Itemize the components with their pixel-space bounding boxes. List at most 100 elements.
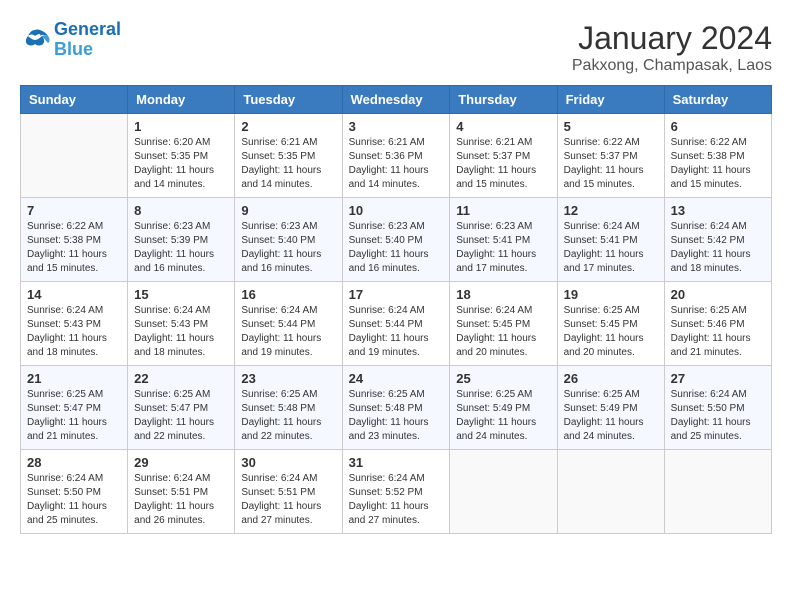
- day-number: 26: [564, 371, 658, 386]
- logo-text: General Blue: [54, 20, 121, 60]
- day-info: Sunrise: 6:22 AM Sunset: 5:38 PM Dayligh…: [671, 136, 765, 192]
- calendar-cell: 31 Sunrise: 6:24 AM Sunset: 5:52 PM Dayli…: [342, 450, 450, 534]
- day-info: Sunrise: 6:22 AM Sunset: 5:37 PM Dayligh…: [564, 136, 658, 192]
- day-info: Sunrise: 6:24 AM Sunset: 5:51 PM Dayligh…: [241, 472, 335, 528]
- calendar-cell: 18 Sunrise: 6:24 AM Sunset: 5:45 PM Dayli…: [450, 282, 557, 366]
- day-info: Sunrise: 6:24 AM Sunset: 5:44 PM Dayligh…: [349, 304, 444, 360]
- calendar-cell: 16 Sunrise: 6:24 AM Sunset: 5:44 PM Dayli…: [235, 282, 342, 366]
- calendar-cell: 17 Sunrise: 6:24 AM Sunset: 5:44 PM Dayli…: [342, 282, 450, 366]
- weekday-header-row: SundayMondayTuesdayWednesdayThursdayFrid…: [21, 86, 772, 114]
- calendar-cell: 30 Sunrise: 6:24 AM Sunset: 5:51 PM Dayli…: [235, 450, 342, 534]
- day-number: 10: [349, 203, 444, 218]
- day-info: Sunrise: 6:23 AM Sunset: 5:39 PM Dayligh…: [134, 220, 228, 276]
- logo-icon: [20, 26, 50, 54]
- weekday-header-saturday: Saturday: [664, 86, 771, 114]
- calendar-cell: 1Sunrise: 6:20 AM Sunset: 5:35 PM Daylig…: [128, 114, 235, 198]
- day-info: Sunrise: 6:23 AM Sunset: 5:41 PM Dayligh…: [456, 220, 550, 276]
- day-info: Sunrise: 6:24 AM Sunset: 5:43 PM Dayligh…: [27, 304, 121, 360]
- calendar-cell: [450, 450, 557, 534]
- day-info: Sunrise: 6:24 AM Sunset: 5:45 PM Dayligh…: [456, 304, 550, 360]
- day-info: Sunrise: 6:25 AM Sunset: 5:47 PM Dayligh…: [27, 388, 121, 444]
- day-info: Sunrise: 6:24 AM Sunset: 5:41 PM Dayligh…: [564, 220, 658, 276]
- weekday-header-friday: Friday: [557, 86, 664, 114]
- day-info: Sunrise: 6:25 AM Sunset: 5:45 PM Dayligh…: [564, 304, 658, 360]
- day-info: Sunrise: 6:25 AM Sunset: 5:46 PM Dayligh…: [671, 304, 765, 360]
- day-info: Sunrise: 6:24 AM Sunset: 5:42 PM Dayligh…: [671, 220, 765, 276]
- calendar-cell: 22 Sunrise: 6:25 AM Sunset: 5:47 PM Dayli…: [128, 366, 235, 450]
- page-header: General Blue January 2024 Pakxong, Champ…: [20, 20, 772, 75]
- location-subtitle: Pakxong, Champasak, Laos: [572, 57, 772, 75]
- weekday-header-monday: Monday: [128, 86, 235, 114]
- day-number: 29: [134, 455, 228, 470]
- calendar-week-row: 21 Sunrise: 6:25 AM Sunset: 5:47 PM Dayli…: [21, 366, 772, 450]
- day-number: 2: [241, 119, 335, 134]
- calendar-cell: 15 Sunrise: 6:24 AM Sunset: 5:43 PM Dayli…: [128, 282, 235, 366]
- day-info: Sunrise: 6:25 AM Sunset: 5:48 PM Dayligh…: [349, 388, 444, 444]
- calendar-week-row: 1Sunrise: 6:20 AM Sunset: 5:35 PM Daylig…: [21, 114, 772, 198]
- day-number: 28: [27, 455, 121, 470]
- day-number: 21: [27, 371, 121, 386]
- day-number: 12: [564, 203, 658, 218]
- day-number: 30: [241, 455, 335, 470]
- calendar-cell: 12 Sunrise: 6:24 AM Sunset: 5:41 PM Dayli…: [557, 198, 664, 282]
- calendar-cell: 25Sunrise: 6:25 AM Sunset: 5:49 PM Dayli…: [450, 366, 557, 450]
- day-number: 9: [241, 203, 335, 218]
- calendar-week-row: 7Sunrise: 6:22 AM Sunset: 5:38 PM Daylig…: [21, 198, 772, 282]
- calendar-cell: [21, 114, 128, 198]
- day-number: 17: [349, 287, 444, 302]
- calendar-cell: [664, 450, 771, 534]
- day-number: 15: [134, 287, 228, 302]
- day-info: Sunrise: 6:24 AM Sunset: 5:51 PM Dayligh…: [134, 472, 228, 528]
- calendar-cell: 7Sunrise: 6:22 AM Sunset: 5:38 PM Daylig…: [21, 198, 128, 282]
- calendar-cell: 24Sunrise: 6:25 AM Sunset: 5:48 PM Dayli…: [342, 366, 450, 450]
- day-number: 1: [134, 119, 228, 134]
- day-number: 23: [241, 371, 335, 386]
- day-info: Sunrise: 6:21 AM Sunset: 5:35 PM Dayligh…: [241, 136, 335, 192]
- day-number: 11: [456, 203, 550, 218]
- calendar-week-row: 14 Sunrise: 6:24 AM Sunset: 5:43 PM Dayli…: [21, 282, 772, 366]
- calendar-cell: 6 Sunrise: 6:22 AM Sunset: 5:38 PM Daylig…: [664, 114, 771, 198]
- day-info: Sunrise: 6:21 AM Sunset: 5:36 PM Dayligh…: [349, 136, 444, 192]
- day-number: 22: [134, 371, 228, 386]
- calendar-cell: 8 Sunrise: 6:23 AM Sunset: 5:39 PM Daylig…: [128, 198, 235, 282]
- day-info: Sunrise: 6:23 AM Sunset: 5:40 PM Dayligh…: [349, 220, 444, 276]
- day-number: 18: [456, 287, 550, 302]
- calendar-cell: 14 Sunrise: 6:24 AM Sunset: 5:43 PM Dayli…: [21, 282, 128, 366]
- calendar-cell: 29 Sunrise: 6:24 AM Sunset: 5:51 PM Dayli…: [128, 450, 235, 534]
- calendar-cell: 20Sunrise: 6:25 AM Sunset: 5:46 PM Dayli…: [664, 282, 771, 366]
- day-number: 7: [27, 203, 121, 218]
- day-info: Sunrise: 6:25 AM Sunset: 5:49 PM Dayligh…: [564, 388, 658, 444]
- day-info: Sunrise: 6:24 AM Sunset: 5:43 PM Dayligh…: [134, 304, 228, 360]
- calendar-week-row: 28 Sunrise: 6:24 AM Sunset: 5:50 PM Dayli…: [21, 450, 772, 534]
- calendar-cell: 21 Sunrise: 6:25 AM Sunset: 5:47 PM Dayli…: [21, 366, 128, 450]
- day-info: Sunrise: 6:23 AM Sunset: 5:40 PM Dayligh…: [241, 220, 335, 276]
- calendar-cell: 11 Sunrise: 6:23 AM Sunset: 5:41 PM Dayli…: [450, 198, 557, 282]
- weekday-header-tuesday: Tuesday: [235, 86, 342, 114]
- calendar-cell: 2 Sunrise: 6:21 AM Sunset: 5:35 PM Daylig…: [235, 114, 342, 198]
- title-block: January 2024 Pakxong, Champasak, Laos: [572, 20, 772, 75]
- weekday-header-wednesday: Wednesday: [342, 86, 450, 114]
- calendar-cell: 10 Sunrise: 6:23 AM Sunset: 5:40 PM Dayli…: [342, 198, 450, 282]
- day-info: Sunrise: 6:24 AM Sunset: 5:44 PM Dayligh…: [241, 304, 335, 360]
- calendar-table: SundayMondayTuesdayWednesdayThursdayFrid…: [20, 85, 772, 534]
- day-info: Sunrise: 6:24 AM Sunset: 5:50 PM Dayligh…: [671, 388, 765, 444]
- day-info: Sunrise: 6:24 AM Sunset: 5:50 PM Dayligh…: [27, 472, 121, 528]
- calendar-cell: 27Sunrise: 6:24 AM Sunset: 5:50 PM Dayli…: [664, 366, 771, 450]
- calendar-cell: 3 Sunrise: 6:21 AM Sunset: 5:36 PM Daylig…: [342, 114, 450, 198]
- day-info: Sunrise: 6:25 AM Sunset: 5:47 PM Dayligh…: [134, 388, 228, 444]
- day-info: Sunrise: 6:24 AM Sunset: 5:52 PM Dayligh…: [349, 472, 444, 528]
- day-number: 31: [349, 455, 444, 470]
- day-number: 8: [134, 203, 228, 218]
- day-number: 6: [671, 119, 765, 134]
- weekday-header-thursday: Thursday: [450, 86, 557, 114]
- weekday-header-sunday: Sunday: [21, 86, 128, 114]
- logo: General Blue: [20, 20, 121, 60]
- day-number: 13: [671, 203, 765, 218]
- day-number: 3: [349, 119, 444, 134]
- day-number: 14: [27, 287, 121, 302]
- day-number: 16: [241, 287, 335, 302]
- calendar-cell: 26 Sunrise: 6:25 AM Sunset: 5:49 PM Dayli…: [557, 366, 664, 450]
- calendar-cell: 13 Sunrise: 6:24 AM Sunset: 5:42 PM Dayli…: [664, 198, 771, 282]
- day-info: Sunrise: 6:25 AM Sunset: 5:48 PM Dayligh…: [241, 388, 335, 444]
- day-number: 19: [564, 287, 658, 302]
